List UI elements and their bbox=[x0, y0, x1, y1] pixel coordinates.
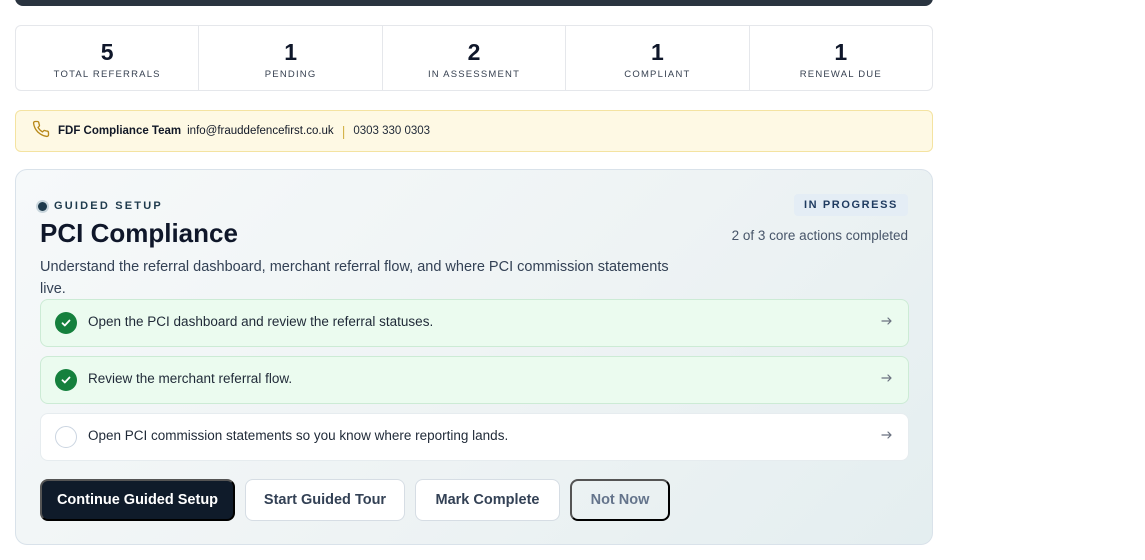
stat-label: Pending bbox=[264, 68, 317, 80]
stat-renewal-due[interactable]: 1 Renewal Due bbox=[750, 26, 932, 90]
contact-team-name: FDF Compliance Team bbox=[58, 125, 182, 137]
stat-compliant[interactable]: 1 Compliant bbox=[566, 26, 750, 90]
status-dot-icon bbox=[38, 201, 47, 211]
empty-circle-icon bbox=[55, 426, 77, 448]
checkmark-icon bbox=[55, 312, 77, 334]
stat-label: Compliant bbox=[624, 68, 691, 80]
setup-description: Understand the referral dashboard, merch… bbox=[40, 259, 669, 297]
arrow-right-icon bbox=[881, 317, 892, 325]
task-label: Open the PCI dashboard and review the re… bbox=[88, 313, 434, 329]
checkmark-icon bbox=[55, 369, 77, 391]
contact-email-link[interactable]: info@frauddefencefirst.co.uk bbox=[187, 125, 334, 137]
progress-summary: 2 of 3 core actions completed bbox=[731, 228, 908, 243]
page-title: PCI Compliance bbox=[40, 218, 238, 248]
contact-phone-link[interactable]: 0303 330 0303 bbox=[353, 125, 430, 137]
task-item-commission-statements[interactable]: Open PCI commission statements so you kn… bbox=[40, 413, 909, 461]
stat-label: Total Referrals bbox=[53, 68, 161, 80]
phone-icon bbox=[32, 120, 50, 138]
task-item-review-flow[interactable]: Review the merchant referral flow. bbox=[40, 356, 909, 404]
arrow-right-icon bbox=[881, 374, 892, 382]
arrow-right-icon bbox=[881, 431, 892, 439]
stat-value: 1 bbox=[834, 38, 848, 65]
stat-in-assessment[interactable]: 2 In Assessment bbox=[383, 26, 567, 90]
mark-complete-button[interactable]: Mark Complete bbox=[415, 479, 560, 521]
start-tour-button[interactable]: Start Guided Tour bbox=[245, 479, 405, 521]
not-now-button[interactable]: Not Now bbox=[570, 479, 670, 521]
stat-total-referrals[interactable]: 5 Total Referrals bbox=[16, 26, 200, 90]
stat-value: 2 bbox=[467, 38, 481, 65]
contact-separator: | bbox=[341, 123, 346, 139]
stat-value: 1 bbox=[284, 38, 297, 65]
eyebrow-label: Guided Setup bbox=[54, 200, 163, 212]
task-item-review-dashboard[interactable]: Open the PCI dashboard and review the re… bbox=[40, 299, 909, 347]
status-badge: In Progress bbox=[793, 194, 908, 216]
task-label: Open PCI commission statements so you kn… bbox=[88, 427, 509, 443]
stat-value: 5 bbox=[100, 38, 114, 65]
stat-pending[interactable]: 1 Pending bbox=[199, 26, 383, 90]
guided-setup-card: Guided Setup PCI Compliance Understand t… bbox=[15, 169, 933, 545]
top-header-bar bbox=[15, 0, 933, 6]
compliance-contact-banner: FDF Compliance Team info@frauddefencefir… bbox=[15, 110, 933, 152]
stat-label: In Assessment bbox=[427, 68, 521, 80]
stat-label: Renewal Due bbox=[799, 68, 882, 80]
action-buttons: Continue Guided Setup Start Guided Tour … bbox=[40, 479, 680, 521]
continue-setup-button[interactable]: Continue Guided Setup bbox=[40, 479, 235, 521]
stat-value: 1 bbox=[651, 38, 664, 65]
task-label: Review the merchant referral flow. bbox=[88, 370, 293, 386]
guided-setup-eyebrow: Guided Setup bbox=[38, 200, 163, 212]
task-list: Open the PCI dashboard and review the re… bbox=[40, 299, 909, 470]
referral-stats-bar: 5 Total Referrals 1 Pending 2 In Assessm… bbox=[15, 25, 933, 91]
